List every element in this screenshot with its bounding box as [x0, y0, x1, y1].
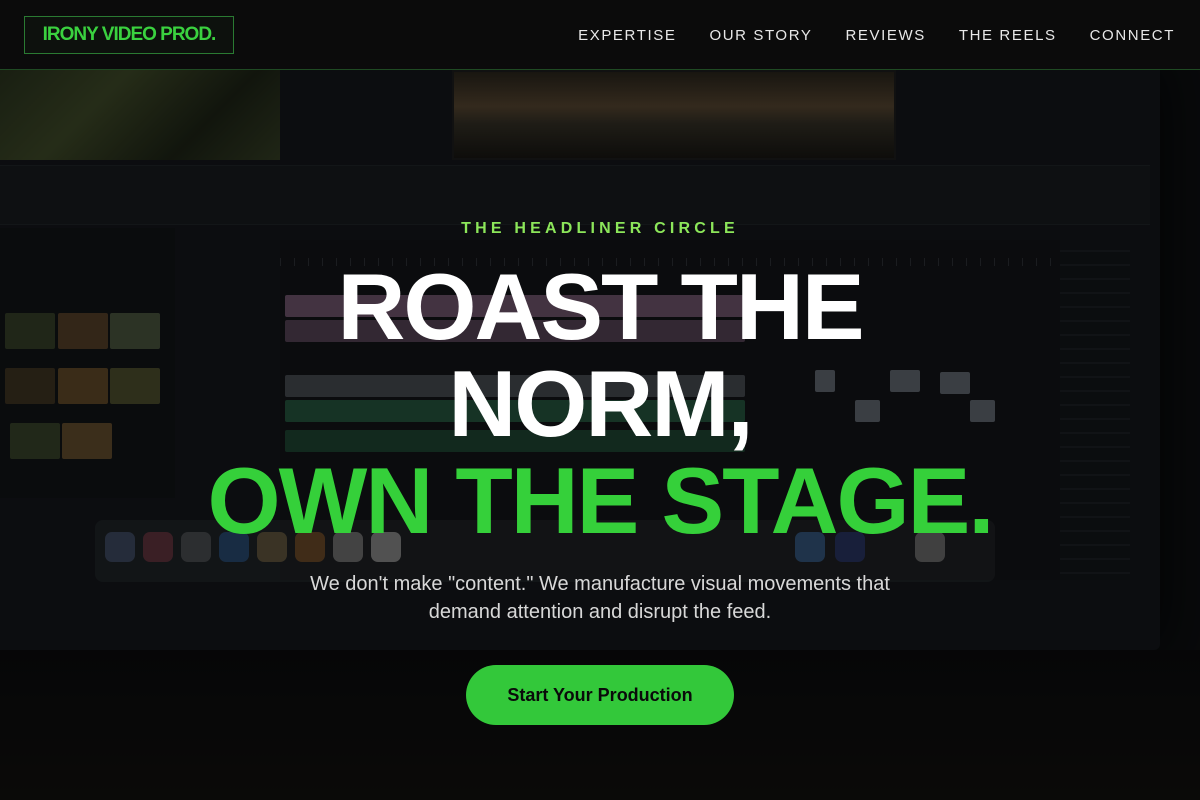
hero-subtext-line-1: We don't make "content." We manufacture … [310, 573, 890, 595]
hero-headline: ROAST THE NORM, OWN THE STAGE. [0, 258, 1200, 549]
nav-link-our-story[interactable]: OUR STORY [709, 27, 812, 44]
start-production-button[interactable]: Start Your Production [466, 665, 734, 725]
hero-section: THE HEADLINER CIRCLE ROAST THE NORM, OWN… [0, 70, 1200, 800]
site-header: IRONY VIDEO PROD. EXPERTISE OUR STORY RE… [0, 0, 1200, 70]
logo[interactable]: IRONY VIDEO PROD. [24, 16, 234, 54]
nav-link-the-reels[interactable]: THE REELS [959, 27, 1057, 44]
headline-line-3: OWN THE STAGE. [207, 448, 995, 553]
headline-line-1: ROAST THE [337, 254, 864, 359]
main-nav: EXPERTISE OUR STORY REVIEWS THE REELS CO… [578, 0, 1175, 70]
hero-eyebrow: THE HEADLINER CIRCLE [461, 220, 739, 237]
nav-link-expertise[interactable]: EXPERTISE [578, 27, 676, 44]
nav-link-reviews[interactable]: REVIEWS [845, 27, 925, 44]
hero-subtext-line-2: demand attention and disrupt the feed. [428, 601, 772, 623]
nav-link-connect[interactable]: CONNECT [1090, 27, 1175, 44]
page: IRONY VIDEO PROD. EXPERTISE OUR STORY RE… [0, 0, 1200, 800]
headline-line-2: NORM, [448, 351, 753, 456]
hero-subtext: We don't make "content." We manufacture … [280, 570, 920, 626]
